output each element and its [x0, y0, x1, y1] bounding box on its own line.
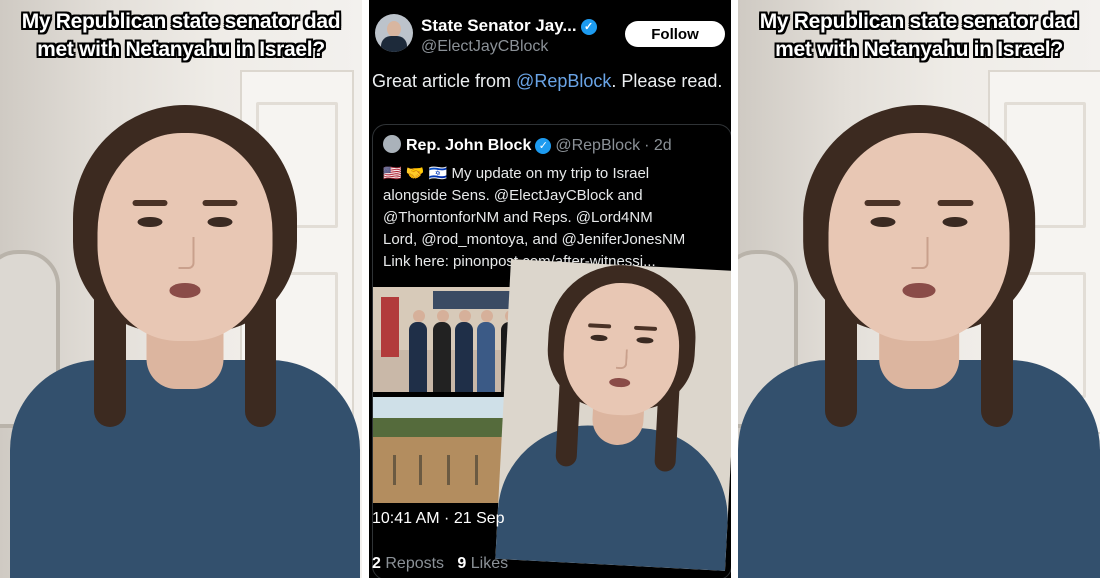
author-handle[interactable]: @ElectJayCBlock: [421, 38, 548, 56]
blue-shirt: [738, 360, 1100, 578]
caption-line-1: My Republican state senator dad: [759, 10, 1079, 33]
woman-speaking: [10, 105, 360, 578]
tweet-stats: 2 Reposts 9 Likes: [372, 555, 508, 573]
video-caption: My Republican state senator dad met with…: [738, 8, 1100, 64]
author-name[interactable]: State Senator Jay... ✓: [421, 16, 597, 36]
caption-line-2: met with Netanyahu in Israel?: [775, 38, 1063, 61]
verified-icon: ✓: [580, 19, 597, 35]
person-figure: [409, 310, 427, 392]
reposts-stat[interactable]: 2 Reposts: [372, 555, 444, 572]
quoted-text: 🇺🇸 🤝 🇮🇱 My update on my trip to Israel a…: [383, 165, 686, 270]
tweet-text: Great article from @RepBlock. Please rea…: [372, 71, 723, 91]
mention-link[interactable]: @RepBlock: [516, 71, 611, 91]
author-avatar[interactable]: [375, 14, 413, 52]
left-selfie-panel: My Republican state senator dad met with…: [0, 0, 362, 578]
face: [97, 133, 273, 342]
person-figure: [477, 310, 495, 392]
quoted-name: Rep. John Block: [406, 137, 532, 154]
likes-stat[interactable]: 9 Likes: [457, 555, 508, 572]
follow-button[interactable]: Follow: [625, 21, 725, 47]
quoted-handle: @RepBlock: [555, 137, 641, 154]
woman-overlay: [495, 259, 731, 571]
person-figure: [455, 310, 473, 392]
verified-icon: ✓: [535, 138, 552, 154]
tweet-panel: State Senator Jay... ✓ @ElectJayCBlock Fo…: [369, 0, 731, 578]
caption-line-1: My Republican state senator dad: [21, 10, 341, 33]
quoted-age: · 2d: [644, 137, 672, 154]
tweet-timestamp[interactable]: 10:41 AM · 21 Sep: [372, 510, 505, 528]
face: [828, 133, 1010, 342]
right-selfie-panel: My Republican state senator dad met with…: [738, 0, 1100, 578]
caption-line-2: met with Netanyahu in Israel?: [37, 38, 325, 61]
tweet-header: State Senator Jay... ✓ @ElectJayCBlock Fo…: [369, 0, 731, 66]
flag: [381, 297, 399, 357]
quoted-header: Rep. John Block ✓ @RepBlock · 2d: [383, 135, 672, 155]
blue-shirt: [10, 360, 360, 578]
person-figure: [433, 310, 451, 392]
quoted-avatar: [383, 135, 401, 153]
video-caption: My Republican state senator dad met with…: [0, 8, 362, 64]
woman-speaking: [738, 105, 1100, 578]
